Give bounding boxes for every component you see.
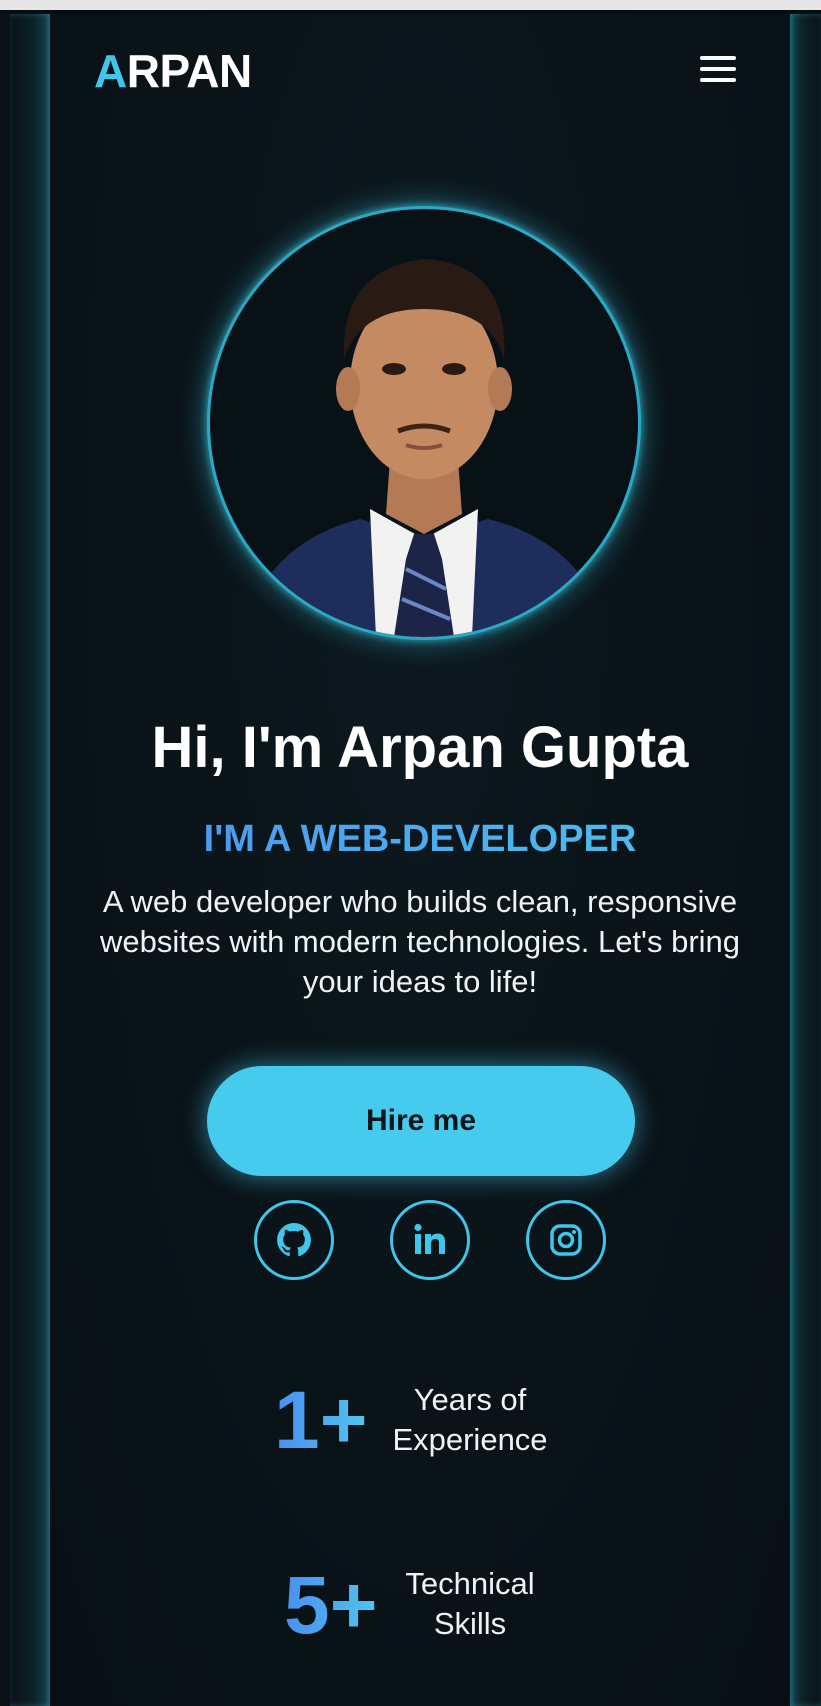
status-strip <box>0 0 821 10</box>
brand-logo-rest: RPAN <box>126 45 252 97</box>
right-glow-border <box>790 14 821 1706</box>
brand-logo[interactable]: ARPAN <box>94 44 252 98</box>
main-content: ARPAN Hi, I'm Arpan Gupta I'M A WEB-DEVE… <box>50 14 790 1706</box>
stat-skills-label-line1: Technical <box>405 1566 535 1601</box>
hero-subtitle: I'M A WEB-DEVELOPER <box>50 818 790 861</box>
brand-logo-accent: A <box>94 45 127 97</box>
left-glow-border <box>10 14 50 1706</box>
linkedin-icon <box>414 1223 445 1254</box>
page: ARPAN Hi, I'm Arpan Gupta I'M A WEB-DEVE… <box>0 0 821 1706</box>
hero-description: A web developer who builds clean, respon… <box>99 884 741 999</box>
stat-skills-value: 5+ <box>284 1560 378 1651</box>
menu-line <box>700 56 736 60</box>
stat-experience-value: 1+ <box>274 1375 368 1466</box>
menu-line <box>700 67 736 71</box>
menu-line <box>700 78 736 82</box>
hero-title: Hi, I'm Arpan Gupta <box>151 715 689 780</box>
stat-skills-label-line2: Skills <box>433 1606 507 1641</box>
profile-avatar <box>207 206 641 640</box>
stat-experience-label-line1: Years of <box>413 1382 527 1417</box>
github-icon <box>277 1223 311 1257</box>
profile-portrait-illustration <box>250 259 600 637</box>
stat-experience-label: Years of Experience <box>390 1380 550 1460</box>
linkedin-link[interactable] <box>390 1200 470 1280</box>
hire-me-button[interactable]: Hire me <box>207 1066 635 1176</box>
stat-skills-label: Technical Skills <box>390 1564 550 1644</box>
github-link[interactable] <box>254 1200 334 1280</box>
instagram-icon <box>550 1224 582 1256</box>
instagram-link[interactable] <box>526 1200 606 1280</box>
stat-experience-label-line2: Experience <box>392 1422 548 1457</box>
hamburger-menu-icon[interactable] <box>700 56 736 86</box>
